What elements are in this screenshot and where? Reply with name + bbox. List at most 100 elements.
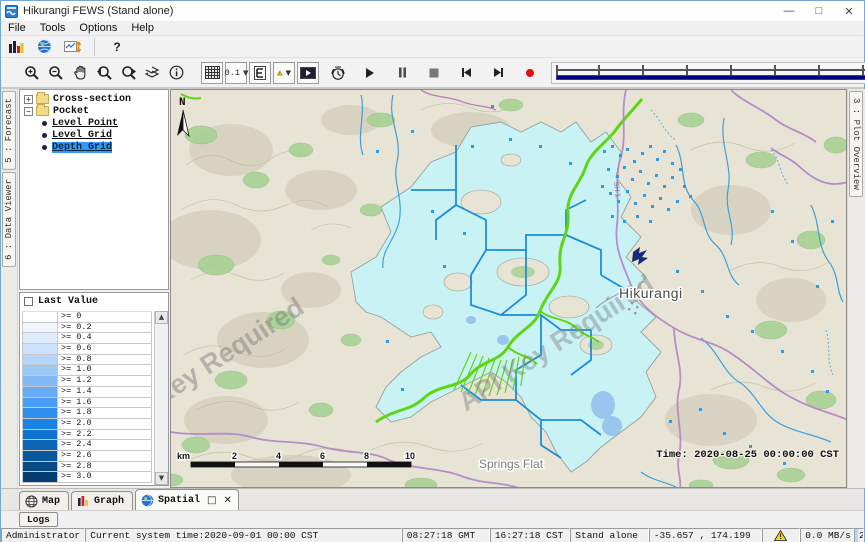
zoom-next-icon (120, 65, 137, 81)
timer-button[interactable] (327, 62, 349, 84)
legend-row: >= 1.4 (22, 387, 152, 398)
status-transfer-rate: 0.0 MB/s (800, 528, 854, 542)
tree-leaf-level-grid[interactable]: Level Grid (20, 129, 168, 141)
status-local-time: 16:27:18 CST (490, 528, 570, 542)
zoom-next-button[interactable] (117, 62, 139, 84)
zoom-in-icon (24, 65, 40, 81)
pan-button[interactable] (69, 62, 91, 84)
filter-tree[interactable]: + Cross-section − Pocket Level Point Lev… (19, 89, 169, 290)
zoom-out-button[interactable] (45, 62, 67, 84)
menu-tools[interactable]: Tools (33, 22, 73, 34)
play-button[interactable] (359, 62, 381, 84)
collapse-icon[interactable]: − (24, 107, 33, 116)
map-canvas[interactable]: SH 1 (170, 89, 847, 488)
movie-icon (300, 67, 316, 79)
timeseries-display-button[interactable] (61, 36, 83, 58)
bottom-tabbar: Map Graph Spatial □ ✕ (1, 488, 864, 510)
maximize-button[interactable]: □ (804, 1, 834, 21)
tab-forecast[interactable]: 5 : Forecast (2, 91, 16, 170)
stop-icon (429, 68, 439, 78)
status-warning-cell[interactable] (762, 528, 801, 542)
record-button[interactable] (519, 62, 541, 84)
svg-text:8: 8 (364, 451, 369, 461)
chevron-down-icon: ▼ (243, 69, 248, 77)
zoom-out-icon (48, 65, 64, 81)
tab-graph[interactable]: Graph (71, 491, 133, 510)
folder-icon (36, 106, 49, 116)
animation-button[interactable] (297, 62, 319, 84)
spatial-display-button[interactable] (33, 36, 55, 58)
legend-list: >= 0 >= 0.2 >= 0.4 >= 0.6 >= 0.8 >= 1.0 … (22, 311, 152, 483)
tab-plot-overview[interactable]: 3 : Plot Overview (849, 91, 863, 197)
globe-icon (37, 39, 52, 54)
contour-threshold-dropdown[interactable]: 0.1 ▼ (225, 62, 247, 84)
help-button[interactable]: ? (106, 36, 128, 58)
tree-leaf-depth-grid[interactable]: Depth Grid (20, 141, 168, 153)
last-value-label: Last Value (38, 296, 98, 307)
logs-row: Logs (1, 510, 864, 528)
last-value-checkbox[interactable] (24, 297, 33, 306)
threshold-value: 0.1 (225, 68, 240, 78)
timeline-slider[interactable] (551, 62, 865, 84)
map-toolbar: 0.1 ▼ ▼ (1, 58, 864, 89)
logs-button[interactable]: Logs (19, 512, 58, 527)
main-content: 5 : Forecast 6 : Data Viewer + Cross-sec… (1, 89, 865, 488)
first-frame-button[interactable] (455, 62, 477, 84)
tab-maximize-icon[interactable]: □ (207, 495, 216, 506)
warning-icon (774, 530, 787, 541)
layers-button[interactable] (141, 62, 163, 84)
titlebar: Hikurangi FEWS (Stand alone) — □ ✕ (1, 1, 864, 21)
expand-icon[interactable]: + (24, 95, 33, 104)
zoom-previous-button[interactable] (93, 62, 115, 84)
main-toolbar: ? (1, 36, 864, 58)
legend-row: >= 2.0 (22, 419, 152, 430)
chevron-down-icon: ▼ (286, 69, 291, 77)
status-mode: Stand alone (570, 528, 649, 542)
scroll-up-icon[interactable]: ▲ (155, 311, 168, 324)
skip-forward-icon (493, 67, 504, 78)
zoom-in-button[interactable] (21, 62, 43, 84)
pause-button[interactable] (391, 62, 413, 84)
svg-text:2: 2 (232, 451, 237, 461)
grid-layer-button[interactable] (201, 62, 223, 84)
hand-icon (73, 65, 88, 81)
wire-globe-icon (25, 495, 38, 508)
menu-options[interactable]: Options (72, 22, 124, 34)
menu-file[interactable]: File (1, 22, 33, 34)
minimize-button[interactable]: — (774, 1, 804, 21)
status-coordinates: -35.657 , 174.199 (649, 528, 762, 542)
thresholds-warning-dropdown[interactable]: ▼ (273, 62, 295, 84)
status-system-time: Current system time:2020-09-01 00:00 CST (85, 528, 402, 542)
bar-chart-icon (8, 40, 24, 54)
record-icon (525, 68, 535, 78)
tab-close-icon[interactable]: ✕ (224, 495, 232, 506)
tab-spatial[interactable]: Spatial □ ✕ (135, 489, 239, 510)
bullet-icon (42, 121, 47, 126)
info-button[interactable] (165, 62, 187, 84)
bar-chart-icon (77, 495, 90, 507)
legend-scrollbar[interactable]: ▲ ▼ (154, 311, 168, 485)
legend-toggle-button[interactable] (249, 62, 271, 84)
menu-help[interactable]: Help (124, 22, 161, 34)
status-bar: Administrator Current system time:2020-0… (1, 528, 864, 542)
play-icon (365, 67, 375, 79)
data-display-button[interactable] (5, 36, 27, 58)
folder-icon (36, 94, 49, 104)
scroll-down-icon[interactable]: ▼ (155, 472, 168, 485)
app-window: Hikurangi FEWS (Stand alone) — □ ✕ File … (0, 0, 865, 542)
status-memory: 2.5 GB (854, 528, 864, 542)
bullet-icon (42, 133, 47, 138)
locality-label: Springs Flat (479, 457, 544, 471)
last-frame-button[interactable] (487, 62, 509, 84)
svg-text:N: N (179, 97, 186, 109)
tree-leaf-level-point[interactable]: Level Point (20, 117, 168, 129)
right-tab-strip: 3 : Plot Overview (847, 89, 865, 488)
tab-data-viewer[interactable]: 6 : Data Viewer (2, 172, 16, 267)
globe-icon (141, 494, 154, 507)
window-title: Hikurangi FEWS (Stand alone) (23, 5, 173, 17)
bullet-icon (42, 145, 47, 150)
stop-button[interactable] (423, 62, 445, 84)
tree-node-pocket[interactable]: − Pocket (20, 105, 168, 117)
close-button[interactable]: ✕ (834, 1, 864, 21)
tab-map[interactable]: Map (19, 491, 69, 510)
